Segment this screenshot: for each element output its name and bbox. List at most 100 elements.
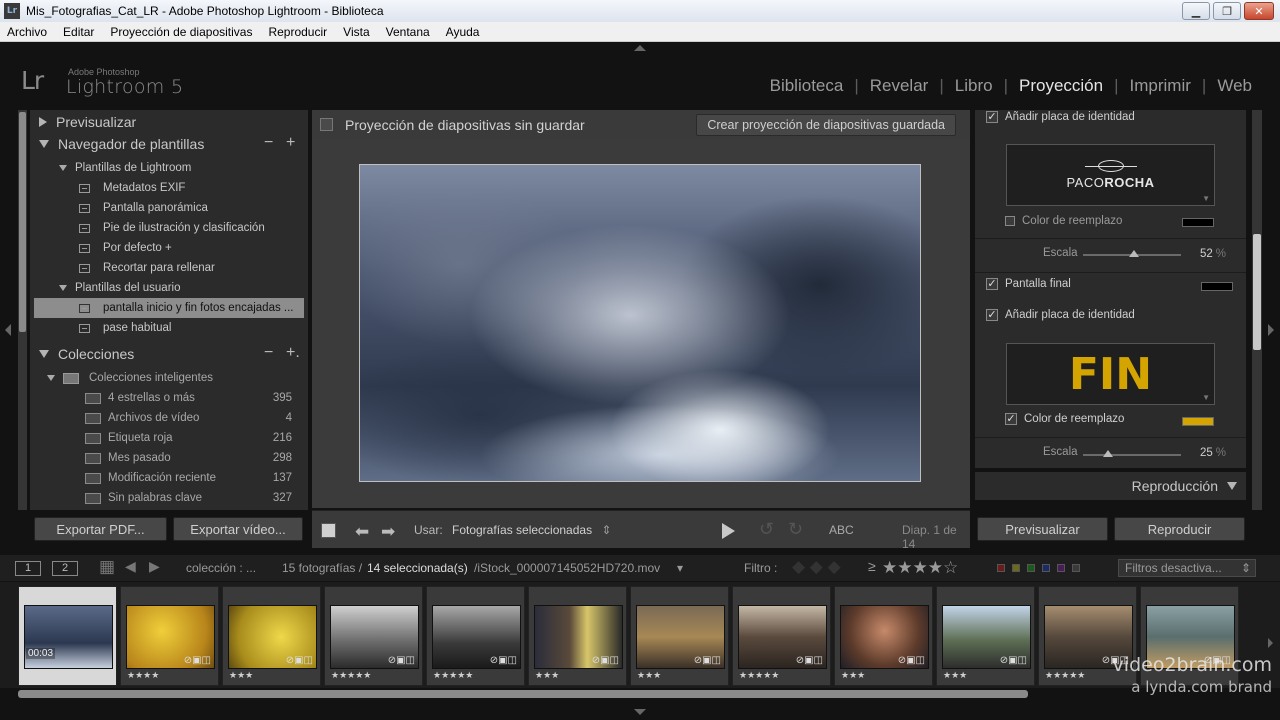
previous-slide-icon[interactable]: ⬅ [355,522,369,542]
filmstrip-cell[interactable]: ⊘▣◫ ★★★ [936,586,1035,686]
module-imprimir[interactable]: Imprimir [1130,76,1191,96]
menu-ventana[interactable]: Ventana [378,25,438,39]
template-item[interactable]: Pie de ilustración y clasificación [34,218,304,238]
left-panel-scrollbar[interactable] [18,110,27,510]
thumbnail-badge-icons[interactable]: ⊘▣◫ [898,655,925,666]
export-pdf-button[interactable]: Exportar PDF... [34,517,167,541]
filmstrip-cell[interactable]: ⊘▣◫ ★★★ [630,586,729,686]
play-icon[interactable] [722,523,735,539]
minimize-button[interactable]: ▁ [1182,2,1210,20]
template-item[interactable]: Por defecto + [34,238,304,258]
label-filter-none[interactable] [1072,564,1080,572]
folder-lightroom-templates[interactable]: Plantillas de Lightroom [34,158,191,178]
remove-collection-icon[interactable]: − [264,344,273,362]
restore-button[interactable]: ❐ [1213,2,1241,20]
back-icon[interactable]: ◀ [125,558,136,575]
playback-panel-header[interactable]: Reproducción [975,472,1246,500]
template-item[interactable]: pase habitual [34,318,304,338]
template-item[interactable]: Recortar para rellenar [34,258,304,278]
right-panel-scrollbar[interactable] [1252,110,1262,510]
menu-proyeccion[interactable]: Proyección de diapositivas [102,25,260,39]
current-filename[interactable]: /iStock_000007145052HD720.mov [474,561,660,575]
filmstrip-source[interactable]: colección : ... [186,561,256,575]
collection-item[interactable]: Modificación reciente 137 [34,468,304,488]
filmstrip-cell[interactable]: ⊘▣◫ ★★★★★ [732,586,831,686]
thumbnail-badge-icons[interactable]: ⊘▣◫ [286,655,313,666]
add-template-icon[interactable]: + [286,134,295,152]
menu-ayuda[interactable]: Ayuda [438,25,488,39]
filmstrip-cell[interactable]: ⊘▣◫ ★★★ [528,586,627,686]
filmstrip-cell[interactable]: 00:03 [18,586,117,686]
collection-item[interactable]: 4 estrellas o más 395 [34,388,304,408]
collections-header[interactable]: Colecciones − +. [30,343,308,365]
menu-reproducir[interactable]: Reproducir [260,25,335,39]
create-saved-slideshow-button[interactable]: Crear proyección de diapositivas guardad… [696,114,956,136]
slideshow-checkbox[interactable] [320,118,333,131]
checkbox-unchecked-icon[interactable] [1005,216,1015,226]
final-screen-color-swatch[interactable] [1201,282,1233,291]
rotate-right-icon[interactable]: ↻ [788,519,803,540]
thumbnail-badge-icons[interactable]: ⊘▣◫ [388,655,415,666]
filter-preset-select[interactable]: Filtros desactiva... ⇕ [1118,559,1256,577]
checkbox-checked-icon[interactable]: ✓ [986,111,998,123]
add-identity-plate-1-row[interactable]: ✓ Añadir placa de identidad [986,111,1135,123]
template-item[interactable]: Metadatos EXIF [34,178,304,198]
thumbnail-badge-icons[interactable]: ⊘▣◫ [184,655,211,666]
preview-button[interactable]: Previsualizar [977,517,1108,541]
module-proyeccion[interactable]: Proyección [1019,76,1103,96]
template-item[interactable]: Pantalla panorámica [34,198,304,218]
filmstrip-cell[interactable]: ⊘▣◫ ★★★ [834,586,933,686]
module-libro[interactable]: Libro [955,76,993,96]
add-identity-plate-2-row[interactable]: ✓ Añadir placa de identidad [986,309,1135,321]
checkbox-checked-icon[interactable]: ✓ [986,278,998,290]
label-filter-green[interactable] [1027,564,1035,572]
flag-filter-icons[interactable]: ◆ ◆ ◆ [792,557,841,577]
label-filter-yellow[interactable] [1012,564,1020,572]
close-button[interactable]: ✕ [1244,2,1274,20]
replace-color-1-row[interactable]: Color de reemplazo [1005,215,1122,227]
thumbnail-badge-icons[interactable]: ⊘▣◫ [1000,655,1027,666]
play-button[interactable]: Reproducir [1114,517,1245,541]
export-video-button[interactable]: Exportar vídeo... [173,517,303,541]
right-panel-toggle-icon[interactable] [1268,324,1274,336]
add-text-button[interactable]: ABC [829,523,854,537]
rotate-left-icon[interactable]: ↺ [759,519,774,540]
replace-color-2-row[interactable]: ✓ Color de reemplazo [1005,413,1124,425]
collection-item[interactable]: Archivos de vídeo 4 [34,408,304,428]
menu-archivo[interactable]: Archivo [0,25,55,39]
add-collection-icon[interactable]: +. [286,344,300,362]
template-item-selected[interactable]: pantalla inicio y fin fotos encajadas ..… [34,298,304,318]
filmstrip-scroll-right-icon[interactable] [1268,638,1273,648]
scale-2-slider[interactable] [1083,454,1181,456]
template-browser-header[interactable]: Navegador de plantillas − + [30,133,308,155]
label-filter-red[interactable] [997,564,1005,572]
filmstrip-cell[interactable]: ⊘▣◫ ★★★ [222,586,321,686]
replace-color-2-swatch[interactable] [1182,417,1214,426]
next-slide-icon[interactable]: ➡ [381,522,395,542]
main-window-button[interactable]: 1 [15,561,41,576]
right-scroll-thumb[interactable] [1253,234,1261,350]
remove-template-icon[interactable]: − [264,134,273,152]
module-revelar[interactable]: Revelar [870,76,929,96]
smart-collections-folder[interactable]: Colecciones inteligentes [34,368,213,388]
checkbox-checked-icon[interactable]: ✓ [1005,413,1017,425]
module-web[interactable]: Web [1217,76,1252,96]
thumbnail-badge-icons[interactable]: ⊘▣◫ [490,655,517,666]
collection-item[interactable]: Etiqueta roja 216 [34,428,304,448]
menu-editar[interactable]: Editar [55,25,102,39]
filmstrip-cell[interactable]: ⊘▣◫ ★★★★★ [426,586,525,686]
collection-item[interactable]: Sin palabras clave 327 [34,488,304,508]
final-screen-row[interactable]: ✓ Pantalla final [986,278,1071,290]
thumbnail-badge-icons[interactable]: ⊘▣◫ [796,655,823,666]
filmstrip-cell[interactable]: ⊘▣◫ ★★★★ [120,586,219,686]
label-filter-blue[interactable] [1042,564,1050,572]
menu-vista[interactable]: Vista [335,25,377,39]
rating-filter-stars[interactable]: ★★★★☆ [882,558,958,578]
preview-panel-header[interactable]: Previsualizar [30,111,308,133]
left-panel-toggle-icon[interactable] [5,324,11,336]
rating-operator[interactable]: ≥ [868,558,876,574]
identity-plate-2-preview[interactable]: FIN ▼ [1006,343,1215,405]
forward-icon[interactable]: ▶ [149,558,160,575]
grid-view-icon[interactable]: ▦ [99,557,115,577]
checkbox-checked-icon[interactable]: ✓ [986,309,998,321]
